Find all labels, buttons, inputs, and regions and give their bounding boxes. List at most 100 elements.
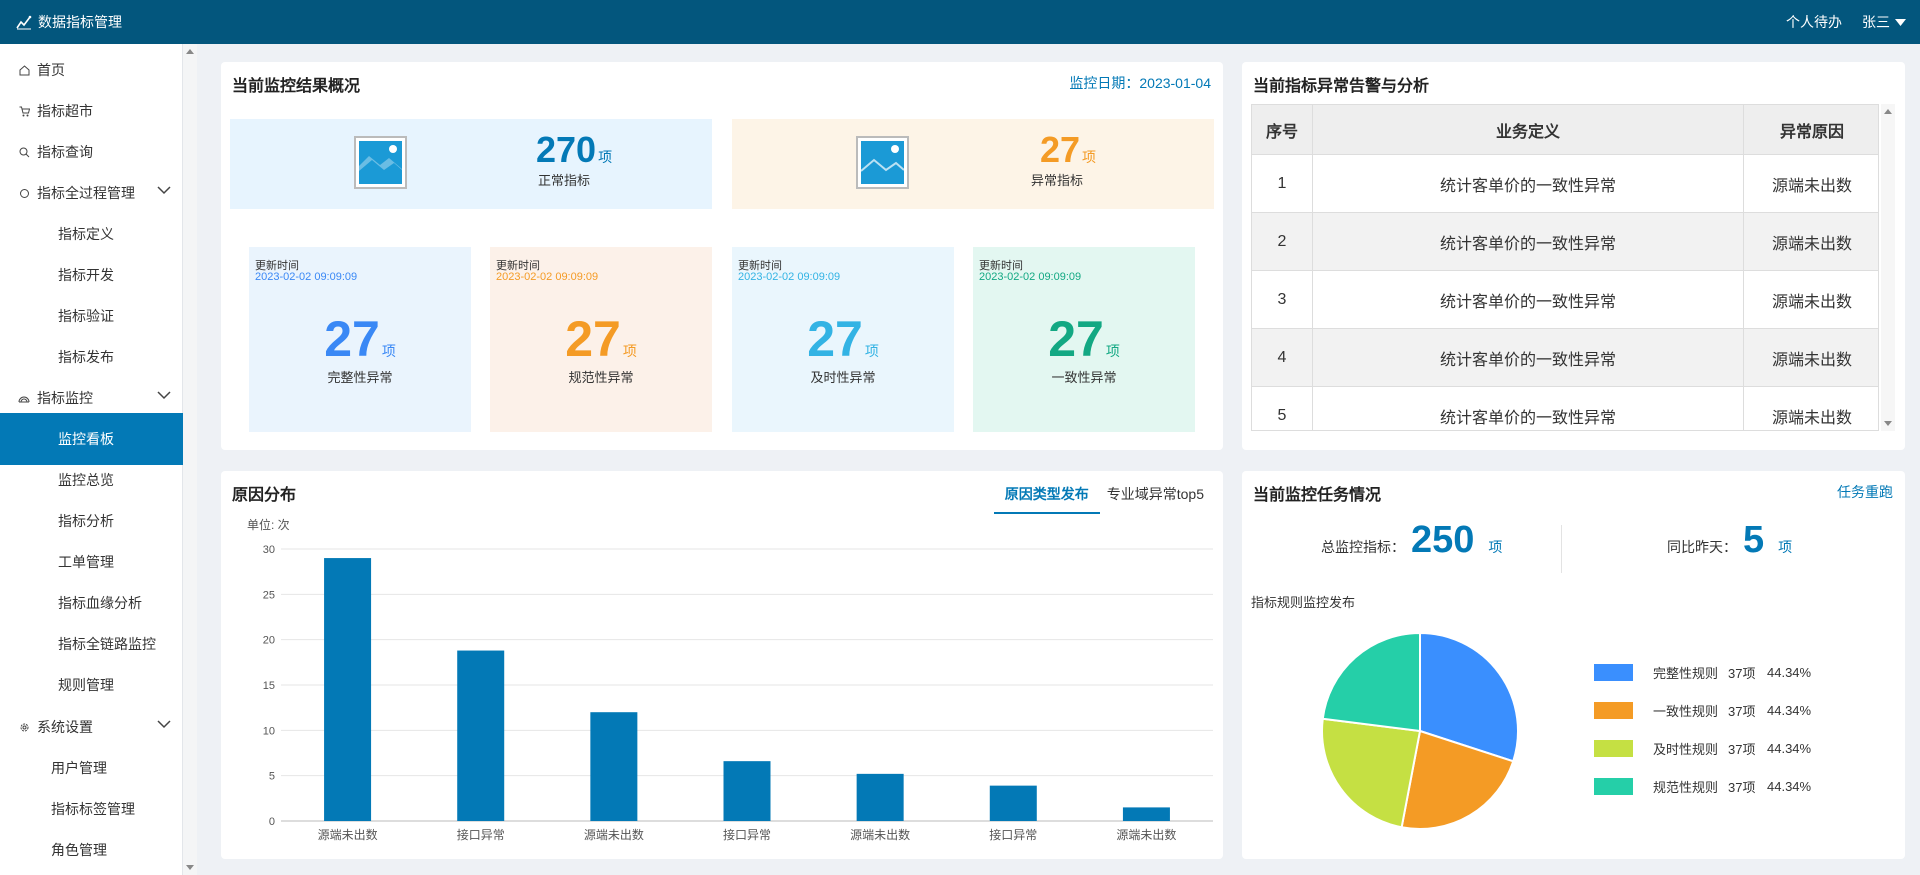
table-row[interactable]: 4 统计客单价的一致性异常 源端未出数 (1252, 329, 1878, 387)
y-tick-label: 0 (269, 816, 275, 828)
sidebar-item-label: 指标查询 (37, 144, 93, 160)
x-tick-label: 源端未出数 (584, 827, 644, 842)
top-bar: 数据指标管理 个人待办 张三 (0, 0, 1920, 44)
y-tick-label: 25 (263, 589, 275, 601)
bar (1122, 807, 1170, 821)
abnormal-count: 27 项 (1040, 129, 1097, 170)
consistency-label: 一致性异常 (1051, 370, 1117, 385)
legend-item[interactable]: 规范性规则 37项 44.34% (1594, 776, 1811, 796)
app-title: 数据指标管理 (38, 14, 122, 30)
legend-swatch (1594, 777, 1633, 795)
sidebar-item-roles[interactable]: 角色管理 (0, 824, 183, 875)
alerts-title: 当前指标异常告警与分析 (1253, 78, 1430, 95)
sidebar-item-label: 用户管理 (51, 760, 107, 776)
chevron-down-icon (157, 186, 171, 195)
user-name: 张三 (1862, 14, 1890, 30)
overview-title: 当前监控结果概况 (232, 78, 361, 95)
x-tick-label: 源端未出数 (1116, 827, 1176, 842)
image-placeholder-icon (354, 136, 407, 189)
x-tick-label: 接口异常 (723, 827, 771, 842)
table-header: 序号 业务定义 异常原因 (1252, 105, 1878, 155)
sidebar-item-label: 指标验证 (58, 308, 114, 324)
completeness-label: 完整性异常 (327, 370, 393, 385)
table-row[interactable]: 1 统计客单价的一致性异常 源端未出数 (1252, 155, 1878, 213)
column-header: 序号 (1252, 105, 1313, 154)
overview-card: 当前监控结果概况 监控日期：2023-01-04 270 项 正常指标 27 项 异… (221, 62, 1223, 450)
todo-link[interactable]: 个人待办 (1786, 12, 1842, 32)
y-tick-label: 15 (263, 680, 275, 692)
chevron-down-icon (157, 391, 171, 400)
row-index: 3 (1252, 271, 1313, 328)
abnormal-label: 异常指标 (1031, 173, 1084, 188)
monitor-icon (18, 392, 30, 404)
scroll-up-arrow-icon[interactable] (186, 49, 194, 54)
scroll-down-arrow-icon[interactable] (186, 865, 194, 870)
chart-logo-icon (16, 15, 32, 30)
sidebar-scrollbar[interactable] (183, 44, 197, 875)
sidebar-item-label: 指标发布 (58, 349, 114, 365)
update-time-value: 2023-02-02 09:09:09 (738, 271, 841, 283)
scroll-down-arrow-icon[interactable] (1884, 421, 1892, 426)
legend-swatch (1594, 739, 1633, 757)
row-index: 1 (1252, 155, 1313, 212)
y-tick-label: 5 (269, 771, 275, 783)
legend-percent: 44.34% (1767, 702, 1812, 718)
cart-icon (18, 105, 30, 117)
column-header: 异常原因 (1779, 123, 1844, 141)
table-scrollbar[interactable] (1881, 104, 1895, 431)
sidebar-item-label: 规则管理 (58, 677, 114, 693)
legend-swatch (1594, 701, 1633, 719)
row-reason: 源端未出数 (1771, 351, 1852, 369)
sidebar-item-label: 指标全链路监控 (58, 636, 156, 652)
pie-slice[interactable] (1321, 631, 1421, 733)
standard-label: 规范性异常 (568, 370, 634, 385)
bar (324, 558, 372, 821)
bar-chart: 0 5 10 15 20 25 30 源端未出数 接口异常 源端未出数 接口异常 源端未出数 接口异常 源… (263, 544, 1213, 842)
row-definition: 统计客单价的一致性异常 (1313, 155, 1744, 212)
bar (590, 712, 638, 821)
bar (723, 761, 771, 821)
sidebar-item-label: 指标超市 (37, 103, 93, 119)
legend-item[interactable]: 完整性规则 37项 44.34% (1594, 662, 1811, 682)
scroll-up-arrow-icon[interactable] (1884, 109, 1892, 114)
gear-icon (18, 721, 30, 733)
abnormal-kpi: 27 项 异常指标 (732, 119, 1214, 209)
table-row[interactable]: 2 统计客单价的一致性异常 源端未出数 (1252, 213, 1878, 271)
y-tick-label: 20 (263, 635, 275, 647)
tasks-card: 当前监控任务情况 任务重跑 总监控指标： 250 项 同比昨天： 5 项 指标规… (1242, 471, 1905, 859)
legend-percent: 44.34% (1767, 664, 1812, 680)
standard-card: 更新时间 2023-02-02 09:09:09 27 项 规范性异常 (490, 247, 712, 432)
brand[interactable]: 数据指标管理 (0, 12, 122, 32)
y-tick-label: 10 (263, 725, 275, 737)
normal-kpi: 270 项 正常指标 (230, 119, 712, 209)
table-row[interactable]: 3 统计客单价的一致性异常 源端未出数 (1252, 271, 1878, 329)
table-row[interactable]: 5 统计客单价的一致性异常 源端未出数 (1252, 387, 1878, 430)
sidebar-item-label: 工单管理 (58, 554, 114, 570)
legend-count: 37项 (1728, 665, 1756, 681)
y-tick-label: 30 (263, 544, 275, 556)
user-menu[interactable]: 张三 (1862, 12, 1906, 32)
sidebar-item-label: 系统设置 (37, 719, 93, 735)
legend-percent: 44.34% (1767, 740, 1812, 756)
timeliness-card: 更新时间 2023-02-02 09:09:09 27 项 及时性异常 (732, 247, 954, 432)
bar (457, 650, 505, 821)
circle-icon (18, 187, 30, 199)
sidebar-item-label: 指标开发 (58, 267, 114, 283)
update-time-value: 2023-02-02 09:09:09 (255, 271, 358, 283)
image-placeholder-icon (856, 136, 909, 189)
sidebar-item-label: 角色管理 (51, 842, 107, 858)
sidebar-item-label: 指标血缘分析 (58, 595, 142, 611)
sidebar-item-label: 指标分析 (58, 513, 114, 529)
legend-item[interactable]: 一致性规则 37项 44.34% (1594, 700, 1811, 720)
x-tick-label: 源端未出数 (850, 827, 910, 842)
row-definition: 统计客单价的一致性异常 (1313, 329, 1744, 386)
row-reason: 源端未出数 (1771, 293, 1852, 311)
sidebar-item-label: 监控总览 (58, 472, 114, 488)
normal-count: 270 项 (536, 129, 613, 170)
legend-name: 一致性规则 (1653, 703, 1719, 719)
legend-count: 37项 (1728, 703, 1756, 719)
x-tick-label: 源端未出数 (318, 827, 378, 842)
timeliness-label: 及时性异常 (810, 370, 876, 385)
pie-slice[interactable] (1321, 717, 1422, 829)
legend-item[interactable]: 及时性规则 37项 44.34% (1594, 738, 1811, 758)
